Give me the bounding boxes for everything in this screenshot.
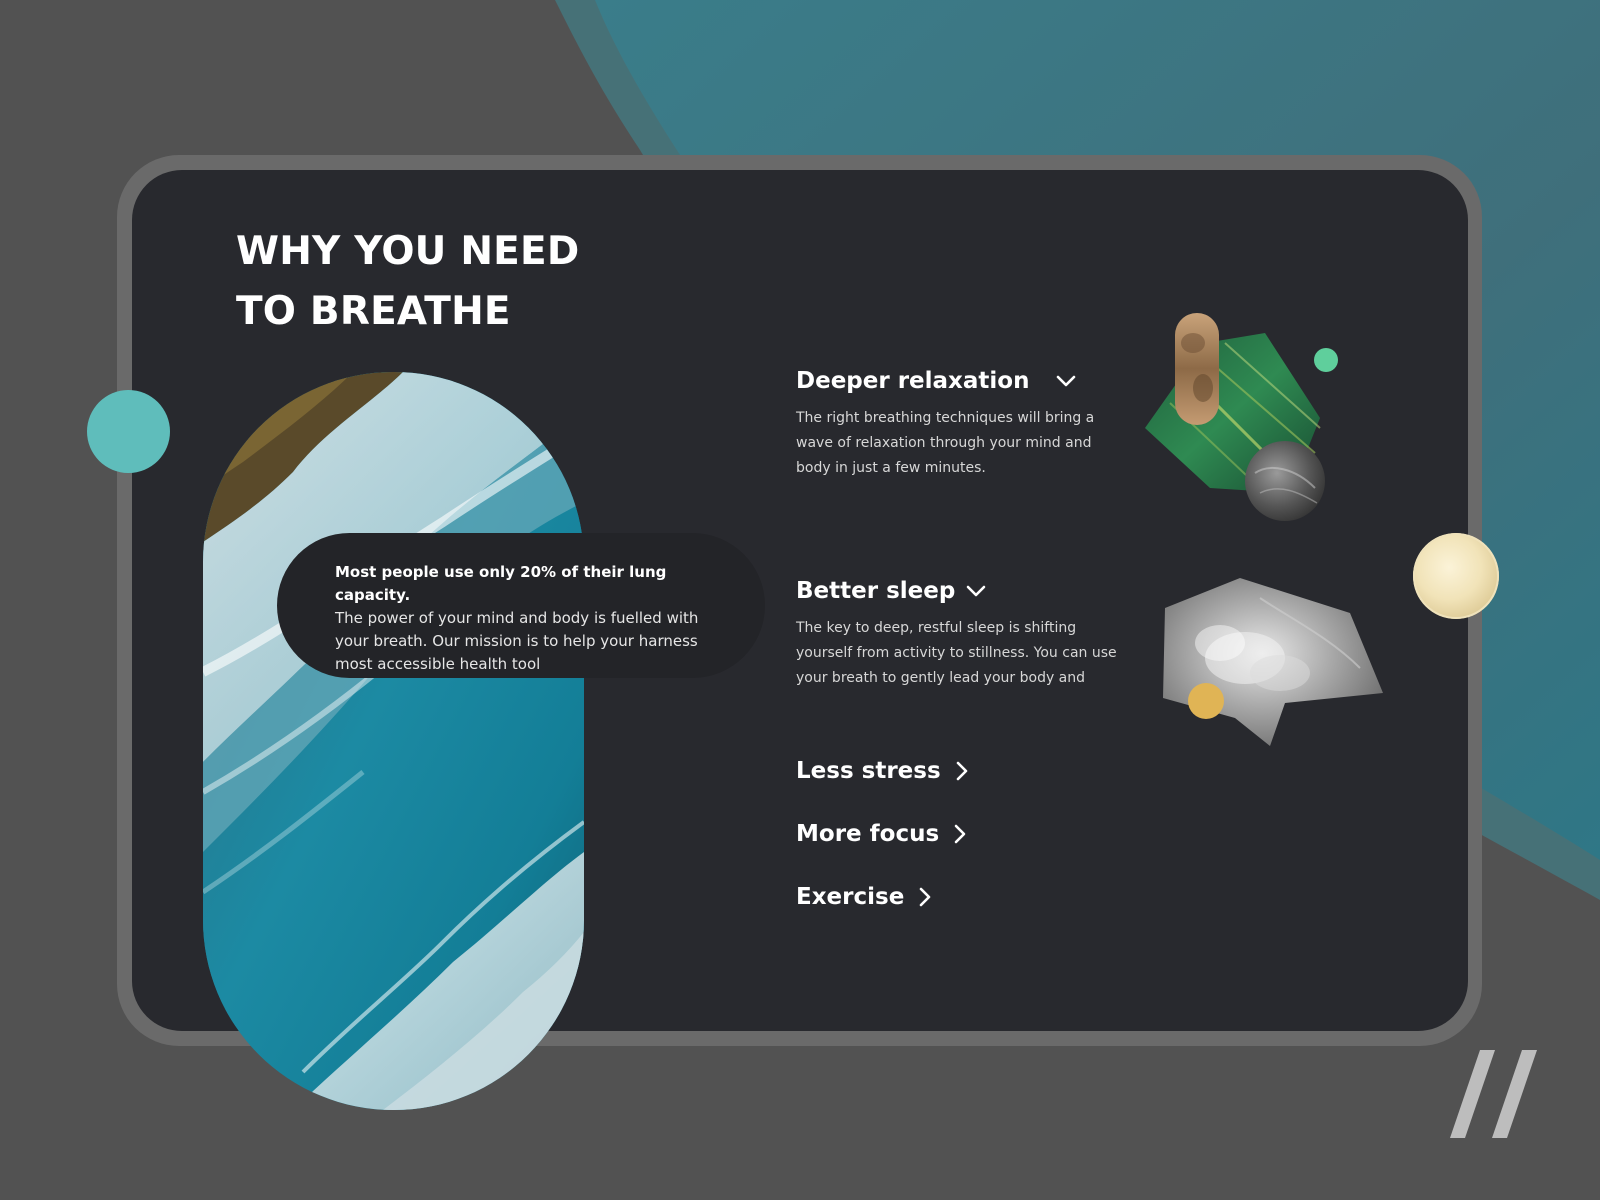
lung-capacity-lead: Most people use only 20% of their lung c… xyxy=(335,563,667,604)
feature-label: Deeper relaxation xyxy=(796,368,1030,394)
chevron-right-icon xyxy=(956,761,967,781)
feature-more-focus-toggle[interactable]: More focus xyxy=(796,821,971,847)
feature-label: More focus xyxy=(796,821,940,847)
lung-capacity-card: Most people use only 20% of their lung c… xyxy=(277,533,765,678)
feature-less-stress: Less stress xyxy=(796,758,973,784)
feature-exercise: Exercise xyxy=(796,884,936,910)
feature-description: The key to deep, restful sleep is shifti… xyxy=(796,620,1117,686)
moon-image xyxy=(1413,533,1499,619)
gold-dot xyxy=(1188,683,1224,719)
relaxation-collage-image xyxy=(1145,313,1338,521)
chevron-down-icon xyxy=(1057,375,1076,387)
sleep-collage-image xyxy=(1163,578,1383,746)
feature-description: The right breathing techniques will brin… xyxy=(796,410,1095,476)
chevron-right-icon xyxy=(919,887,931,907)
decorative-teal-circle xyxy=(87,390,170,473)
feature-label: Less stress xyxy=(796,758,941,784)
feature-more-focus: More focus xyxy=(796,821,971,847)
mint-dot xyxy=(1314,348,1338,372)
feature-less-stress-toggle[interactable]: Less stress xyxy=(796,758,973,784)
feature-label: Exercise xyxy=(796,884,905,910)
lung-capacity-body: The power of your mind and body is fuell… xyxy=(335,609,699,673)
chevron-down-icon xyxy=(967,585,986,597)
feature-better-sleep: Better sleep The key to deep, restful sl… xyxy=(796,578,1126,691)
feature-deeper-relaxation-toggle[interactable]: Deeper relaxation xyxy=(796,368,1116,394)
chevron-right-icon xyxy=(954,824,966,844)
feature-exercise-toggle[interactable]: Exercise xyxy=(796,884,936,910)
brand-slashes-logo xyxy=(1450,1050,1537,1138)
feature-deeper-relaxation: Deeper relaxation The right breathing te… xyxy=(796,368,1116,481)
feature-label: Better sleep xyxy=(796,578,956,604)
ocean-aerial-image xyxy=(203,372,584,1110)
page-title-line-2: TO BREATHE xyxy=(236,289,511,334)
page-title-line-1: WHY YOU NEED xyxy=(236,229,580,274)
feature-better-sleep-toggle[interactable]: Better sleep xyxy=(796,578,1126,604)
page-title: WHY YOU NEED TO BREATHE xyxy=(236,222,716,342)
